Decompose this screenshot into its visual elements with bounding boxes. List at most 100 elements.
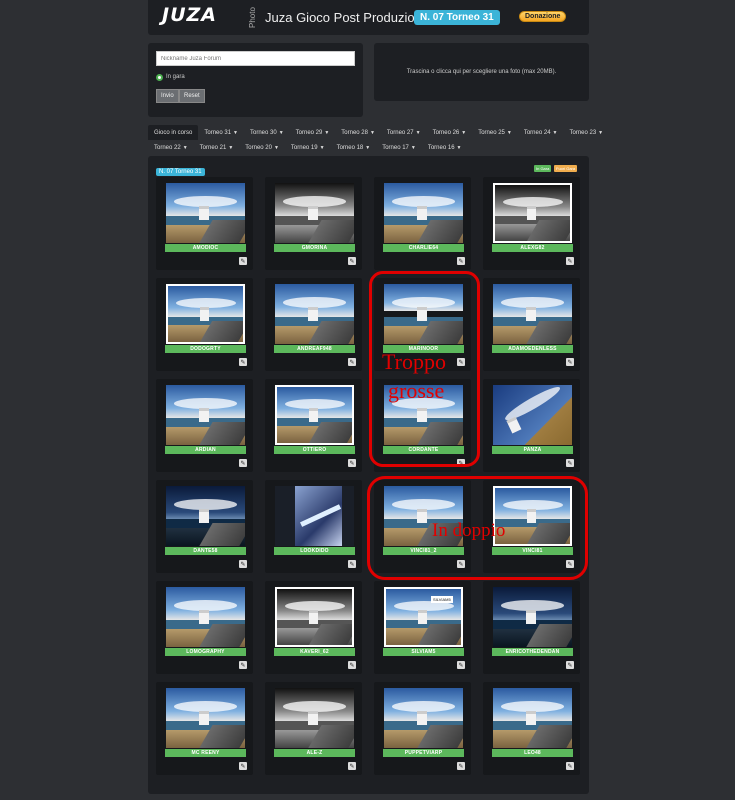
entry-thumbnail[interactable] bbox=[493, 284, 572, 344]
edit-icon[interactable]: ✎ bbox=[348, 762, 356, 770]
caret-down-icon: ▼ bbox=[182, 144, 188, 151]
edit-icon[interactable]: ✎ bbox=[239, 358, 247, 366]
edit-icon[interactable]: ✎ bbox=[239, 257, 247, 265]
entry-thumbnail[interactable] bbox=[166, 385, 245, 445]
tab-torneo-31[interactable]: Torneo 31 ▼ bbox=[198, 125, 244, 140]
entry-card[interactable]: CHARLIE64 ✎ bbox=[374, 177, 471, 270]
entry-thumbnail[interactable] bbox=[275, 587, 354, 647]
entry-card[interactable]: ADAMOEDENLESS ✎ bbox=[483, 278, 580, 371]
entry-thumbnail[interactable] bbox=[275, 385, 354, 445]
entry-card[interactable]: DODOGRTY ✎ bbox=[156, 278, 253, 371]
tab-torneo-30[interactable]: Torneo 30 ▼ bbox=[244, 125, 290, 140]
entry-card[interactable]: DANTE58 ✎ bbox=[156, 480, 253, 573]
entry-card[interactable]: AMODIOC ✎ bbox=[156, 177, 253, 270]
entry-thumbnail[interactable] bbox=[384, 183, 463, 243]
edit-icon[interactable]: ✎ bbox=[348, 257, 356, 265]
tab-gioco-in-corso[interactable]: Gioco in corso bbox=[148, 125, 199, 140]
entry-card[interactable]: ANDREAF948 ✎ bbox=[265, 278, 362, 371]
entry-author-name: LOOKDIDO bbox=[274, 547, 355, 555]
entry-card[interactable]: MC REENY ✎ bbox=[156, 682, 253, 775]
edit-icon[interactable]: ✎ bbox=[566, 257, 574, 265]
entry-thumbnail[interactable] bbox=[275, 284, 354, 344]
nickname-input[interactable] bbox=[156, 51, 355, 66]
caret-down-icon: ▼ bbox=[456, 144, 462, 151]
upload-dropzone[interactable]: Trascina o clicca qui per scegliere una … bbox=[374, 43, 589, 101]
edit-icon[interactable]: ✎ bbox=[457, 762, 465, 770]
in-gara-radio[interactable] bbox=[156, 74, 163, 81]
entry-author-name: DANTE58 bbox=[165, 547, 246, 555]
tab-label: Torneo 16 bbox=[427, 144, 455, 151]
entry-thumbnail[interactable] bbox=[275, 183, 354, 243]
tab-torneo-24[interactable]: Torneo 24 ▼ bbox=[518, 125, 564, 140]
entry-thumbnail[interactable] bbox=[493, 385, 572, 445]
entry-thumbnail[interactable] bbox=[493, 183, 572, 243]
donate-button[interactable]: Donazione bbox=[519, 11, 567, 22]
send-button[interactable]: Invio bbox=[156, 89, 179, 103]
edit-icon[interactable]: ✎ bbox=[566, 661, 574, 669]
tab-torneo-22[interactable]: Torneo 22 ▼ bbox=[148, 140, 194, 155]
entry-thumbnail[interactable] bbox=[384, 688, 463, 748]
grid-tournament-badge: N. 07 Torneo 31 bbox=[156, 168, 205, 176]
entry-thumbnail[interactable] bbox=[275, 486, 354, 546]
edit-icon[interactable]: ✎ bbox=[239, 661, 247, 669]
entry-thumbnail[interactable] bbox=[166, 183, 245, 243]
edit-icon[interactable]: ✎ bbox=[566, 459, 574, 467]
caret-down-icon: ▼ bbox=[461, 129, 467, 136]
reset-button[interactable]: Reset bbox=[179, 89, 205, 103]
entry-card[interactable]: LEO48 ✎ bbox=[483, 682, 580, 775]
edit-icon[interactable]: ✎ bbox=[566, 358, 574, 366]
entry-card[interactable]: GMORINA ✎ bbox=[265, 177, 362, 270]
edit-icon[interactable]: ✎ bbox=[348, 560, 356, 568]
caret-down-icon: ▼ bbox=[598, 129, 604, 136]
tab-label: Gioco in corso bbox=[154, 129, 193, 136]
juza-logo[interactable]: JUZA bbox=[162, 4, 217, 26]
entry-card[interactable]: LOMOGRAPHY ✎ bbox=[156, 581, 253, 674]
entry-card[interactable]: LOOKDIDO ✎ bbox=[265, 480, 362, 573]
edit-icon[interactable]: ✎ bbox=[239, 459, 247, 467]
edit-icon[interactable]: ✎ bbox=[566, 762, 574, 770]
tab-torneo-27[interactable]: Torneo 27 ▼ bbox=[381, 125, 427, 140]
edit-icon[interactable]: ✎ bbox=[239, 560, 247, 568]
tab-torneo-26[interactable]: Torneo 26 ▼ bbox=[427, 125, 473, 140]
tab-torneo-20[interactable]: Torneo 20 ▼ bbox=[239, 140, 285, 155]
entry-card[interactable]: KAVERI_62 ✎ bbox=[265, 581, 362, 674]
entry-card[interactable]: SILVIAM5 SILVIAM5 ✎ bbox=[374, 581, 471, 674]
edit-icon[interactable]: ✎ bbox=[348, 459, 356, 467]
entry-thumbnail[interactable] bbox=[493, 587, 572, 647]
entry-thumbnail[interactable] bbox=[275, 688, 354, 748]
entry-card[interactable]: PUPPETVIARP ✎ bbox=[374, 682, 471, 775]
in-gara-label: In gara bbox=[166, 74, 185, 80]
edit-icon[interactable]: ✎ bbox=[457, 661, 465, 669]
tab-torneo-17[interactable]: Torneo 17 ▼ bbox=[376, 140, 422, 155]
entry-thumbnail[interactable] bbox=[166, 284, 245, 344]
entry-thumbnail[interactable] bbox=[166, 587, 245, 647]
tab-torneo-19[interactable]: Torneo 19 ▼ bbox=[285, 140, 331, 155]
entry-author-name: SILVIAM5 bbox=[383, 648, 464, 656]
entry-card[interactable]: PANZA ✎ bbox=[483, 379, 580, 472]
edit-icon[interactable]: ✎ bbox=[348, 661, 356, 669]
tab-torneo-23[interactable]: Torneo 23 ▼ bbox=[563, 125, 609, 140]
entry-card[interactable]: ALEXG82 ✎ bbox=[483, 177, 580, 270]
entry-card[interactable]: ARDIAN ✎ bbox=[156, 379, 253, 472]
entry-card[interactable]: ALE-Z ✎ bbox=[265, 682, 362, 775]
tab-torneo-25[interactable]: Torneo 25 ▼ bbox=[472, 125, 518, 140]
tab-torneo-29[interactable]: Torneo 29 ▼ bbox=[290, 125, 336, 140]
edit-icon[interactable]: ✎ bbox=[239, 762, 247, 770]
entry-thumbnail[interactable] bbox=[166, 688, 245, 748]
edit-icon[interactable]: ✎ bbox=[457, 257, 465, 265]
entry-card[interactable]: OTTIERO ✎ bbox=[265, 379, 362, 472]
caret-down-icon: ▼ bbox=[278, 129, 284, 136]
edit-icon[interactable]: ✎ bbox=[348, 358, 356, 366]
tab-torneo-18[interactable]: Torneo 18 ▼ bbox=[331, 140, 377, 155]
tab-torneo-21[interactable]: Torneo 21 ▼ bbox=[194, 140, 240, 155]
upload-instructions: Trascina o clicca qui per scegliere una … bbox=[406, 69, 557, 75]
entry-card[interactable]: ENRICOTHEDENDAN ✎ bbox=[483, 581, 580, 674]
tournament-tabs: Gioco in corso Torneo 31 ▼ Torneo 30 ▼ Torneo… bbox=[148, 125, 603, 155]
entry-thumbnail[interactable] bbox=[493, 688, 572, 748]
caret-down-icon: ▼ bbox=[506, 129, 512, 136]
annotation-text-grosse: grosse bbox=[388, 378, 445, 403]
tab-torneo-28[interactable]: Torneo 28 ▼ bbox=[335, 125, 381, 140]
entry-thumbnail[interactable] bbox=[166, 486, 245, 546]
entry-thumbnail[interactable]: SILVIAM5 bbox=[384, 587, 463, 647]
tab-torneo-16[interactable]: Torneo 16 ▼ bbox=[422, 140, 468, 155]
